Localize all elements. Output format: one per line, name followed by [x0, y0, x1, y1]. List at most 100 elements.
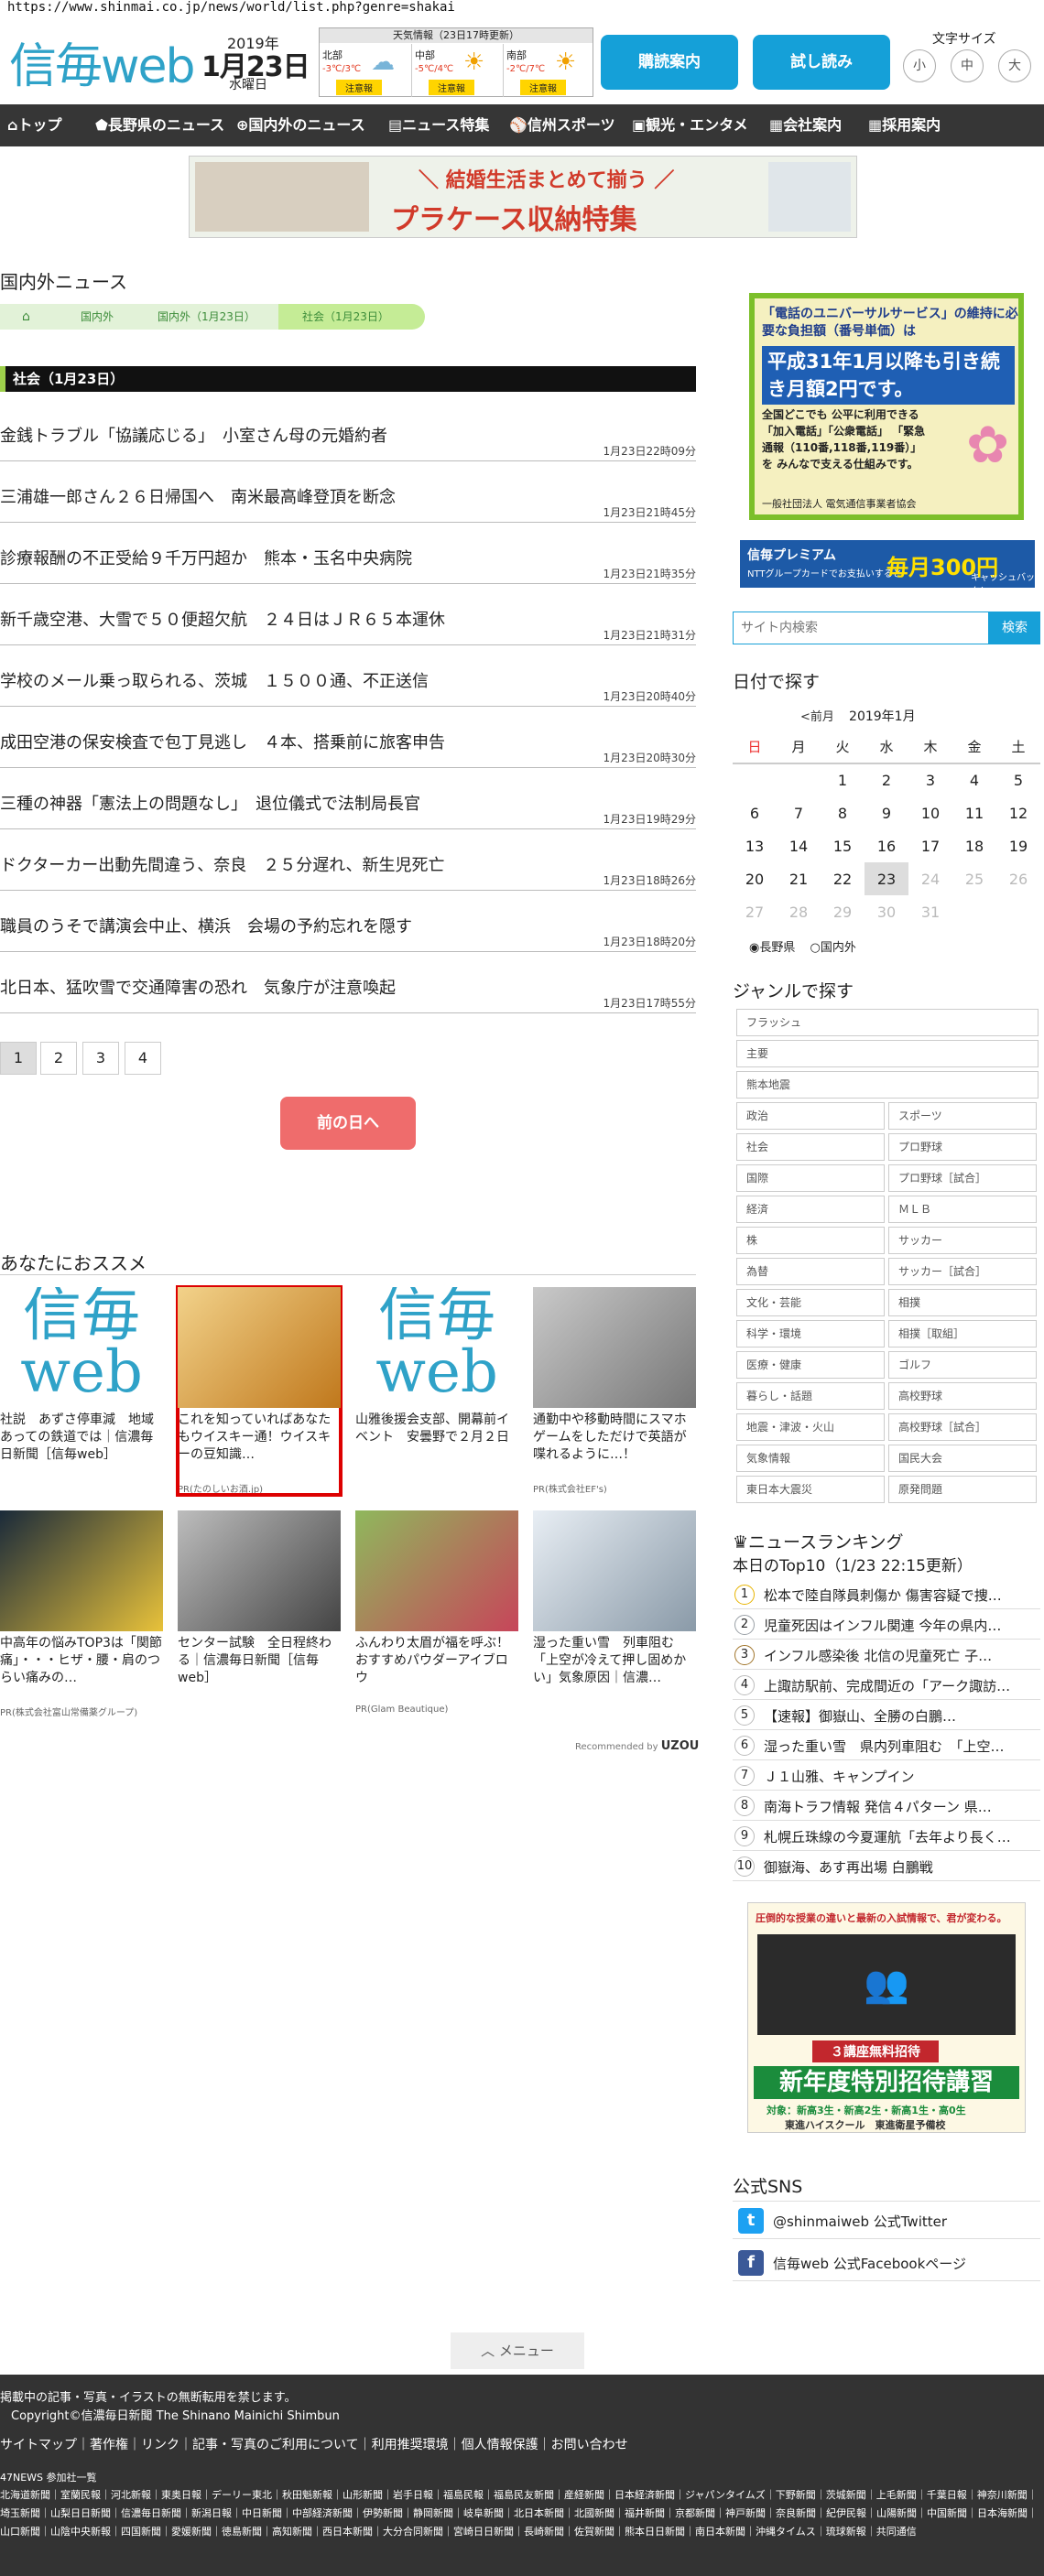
calendar-day[interactable]: 18 — [952, 829, 996, 862]
genre-link[interactable]: フラッシュ — [736, 1009, 1039, 1036]
side-ad-premium[interactable]: 信毎プレミアム NTTグループカードでお支払いすると 毎月300円 キャッシュバ… — [740, 540, 1035, 597]
font-size-large-button[interactable]: 大 — [998, 49, 1031, 82]
genre-link[interactable]: ＭＬＢ — [888, 1196, 1037, 1223]
genre-link[interactable]: 地震・津波・火山 — [736, 1413, 885, 1441]
ranking-item[interactable]: 7 Ｊ１山雅、キャンプイン — [733, 1761, 1040, 1791]
recommend-card[interactable]: 中高年の悩みTOP3は「関節痛」・・・ヒザ・腰・肩のつらい痛みの… PR(株式会社… — [0, 1510, 163, 1718]
calendar-day[interactable]: 16 — [865, 829, 908, 862]
news-headline[interactable]: 学校のメール乗っ取られる、茨城 １５００通、不正送信 — [0, 668, 429, 692]
news-headline[interactable]: 新千歳空港、大雪で５０便超欠航 ２４日はＪＲ６５本運休 — [0, 607, 445, 631]
nav-domestic-intl[interactable]: ⊕国内外のニュース — [236, 104, 365, 146]
recommend-card[interactable]: 信毎 web 山雅後援会支部、開幕前イベント 安曇野で２月２日 — [355, 1287, 518, 1481]
genre-link[interactable]: 国際 — [736, 1164, 885, 1192]
news-item[interactable]: 金銭トラブル「協議応じる」 小室さん母の元婚約者 1月23日22時09分 — [0, 406, 696, 461]
calendar-day[interactable]: 12 — [996, 796, 1040, 829]
ranking-item[interactable]: 6 湿った重い雪 県内列車阻む 「上空… — [733, 1731, 1040, 1760]
calendar-day[interactable]: 17 — [908, 829, 952, 862]
recommend-card[interactable]: センター試験 全日程終わる｜信濃毎日新聞［信毎web］ — [178, 1510, 341, 1705]
news-item[interactable]: 新千歳空港、大雪で５０便超欠航 ２４日はＪＲ６５本運休 1月23日21時31分 — [0, 590, 696, 645]
news-headline[interactable]: 北日本、猛吹雪で交通障害の恐れ 気象庁が注意喚起 — [0, 975, 396, 999]
news-headline[interactable]: 三浦雄一郎さん２６日帰国へ 南米最高峰登頂を断念 — [0, 484, 396, 508]
nav-company[interactable]: ▦会社案内 — [769, 104, 842, 146]
news-item[interactable]: 三種の神器「憲法上の問題なし」 退位儀式で法制局長官 1月23日19時29分 — [0, 774, 696, 829]
news-headline[interactable]: 成田空港の保安検査で包丁見逃し ４本、搭乗前に旅客申告 — [0, 730, 445, 753]
genre-link[interactable]: ゴルフ — [888, 1351, 1037, 1379]
news-headline[interactable]: 職員のうそで講演会中止、横浜 会場の予約忘れを隠す — [0, 914, 412, 937]
genre-link[interactable]: 相撲 — [888, 1289, 1037, 1316]
news-item[interactable]: 診療報酬の不正受給９千万円超か 熊本・玉名中央病院 1月23日21時35分 — [0, 529, 696, 584]
menu-button[interactable]: ︿ メニュー — [451, 2332, 584, 2369]
calendar-day[interactable]: 4 — [952, 763, 996, 796]
calendar-day[interactable]: 8 — [821, 796, 865, 829]
calendar-day[interactable]: 23 — [865, 862, 908, 895]
genre-link[interactable]: 科学・環境 — [736, 1320, 885, 1348]
recommend-card[interactable]: 通勤中や移動時間にスマホゲームをしただけで英語が喋れるように…！ PR(株式会社E… — [533, 1287, 696, 1495]
genre-link[interactable]: 高校野球［試合］ — [888, 1413, 1037, 1441]
genre-link[interactable]: 暮らし・話題 — [736, 1382, 885, 1410]
calendar-day[interactable]: 15 — [821, 829, 865, 862]
genre-link[interactable]: サッカー — [888, 1227, 1037, 1254]
nav-sports[interactable]: ⚾信州スポーツ — [509, 104, 615, 146]
calendar-day[interactable]: 20 — [733, 862, 777, 895]
genre-link[interactable]: スポーツ — [888, 1102, 1037, 1130]
genre-link[interactable]: 高校野球 — [888, 1382, 1037, 1410]
genre-link[interactable]: 東日本大震災 — [736, 1476, 885, 1503]
ranking-item[interactable]: 10 御嶽海、あす再出場 白鵬戦 — [733, 1852, 1040, 1881]
genre-link[interactable]: プロ野球［試合］ — [888, 1164, 1037, 1192]
calendar-day[interactable]: 2 — [865, 763, 908, 796]
page-4[interactable]: 4 — [125, 1042, 161, 1075]
calendar-day[interactable]: 9 — [865, 796, 908, 829]
calendar-day[interactable]: 1 — [821, 763, 865, 796]
news-item[interactable]: 成田空港の保安検査で包丁見逃し ４本、搭乗前に旅客申告 1月23日20時30分 — [0, 713, 696, 768]
ranking-item[interactable]: 8 南海トラフ情報 発信４パターン 県… — [733, 1791, 1040, 1821]
radio-domestic[interactable]: ○国内外 — [810, 941, 856, 955]
font-size-medium-button[interactable]: 中 — [951, 49, 984, 82]
calendar-day[interactable]: 3 — [908, 763, 952, 796]
calendar-day[interactable]: 22 — [821, 862, 865, 895]
genre-link[interactable]: 政治 — [736, 1102, 885, 1130]
breadcrumb-item[interactable]: 国内外（1月23日） — [134, 304, 297, 330]
news-headline[interactable]: 金銭トラブル「協議応じる」 小室さん母の元婚約者 — [0, 423, 387, 447]
genre-link[interactable]: 株 — [736, 1227, 885, 1254]
genre-link[interactable]: 文化・芸能 — [736, 1289, 885, 1316]
facebook-link[interactable]: f 信毎web 公式Facebookページ — [733, 2245, 1040, 2281]
site-logo[interactable]: 信毎web — [9, 27, 196, 96]
previous-day-button[interactable]: 前の日へ — [280, 1097, 416, 1150]
genre-link[interactable]: 主要 — [736, 1040, 1039, 1067]
breadcrumb-home[interactable]: ⌂ — [0, 304, 57, 330]
news-item[interactable]: 職員のうそで講演会中止、横浜 会場の予約忘れを隠す 1月23日18時20分 — [0, 897, 696, 952]
weather-widget[interactable]: 天気情報（23日17時更新） 北部 -3℃/3℃ ☁ 注意報 中部 -5℃/4℃… — [319, 27, 593, 97]
font-size-small-button[interactable]: 小 — [903, 49, 936, 82]
genre-link[interactable]: 為替 — [736, 1258, 885, 1285]
calendar-day[interactable]: 7 — [777, 796, 821, 829]
news-headline[interactable]: ドクターカー出動先間違う、奈良 ２５分遅れ、新生児死亡 — [0, 852, 444, 876]
genre-link[interactable]: 気象情報 — [736, 1445, 885, 1472]
ranking-item[interactable]: 3 インフル感染後 北信の児童死亡 子… — [733, 1640, 1040, 1670]
search-input[interactable] — [733, 612, 989, 644]
calendar-day[interactable]: 19 — [996, 829, 1040, 862]
calendar-day[interactable]: 6 — [733, 796, 777, 829]
news-item[interactable]: 学校のメール乗っ取られる、茨城 １５００通、不正送信 1月23日20時40分 — [0, 652, 696, 707]
footer-papers[interactable]: 北海道新聞｜室蘭民報｜河北新報｜東奥日報｜デーリー東北｜秋田魁新報｜山形新聞｜岩… — [0, 2486, 1044, 2541]
calendar-day[interactable]: 21 — [777, 862, 821, 895]
side-ad-toshin[interactable]: 圧倒的な授業の違いと最新の入試情報で、君が変わる。 👥 ３講座無料招待 新年度特… — [747, 1902, 1026, 2133]
search-button[interactable]: 検索 — [989, 612, 1040, 644]
recommend-card[interactable]: 湿った重い雪 列車阻む 「上空が冷えて押し固めかい」気象原因｜信濃… — [533, 1510, 696, 1705]
nav-feature[interactable]: ▤ニュース特集 — [388, 104, 489, 146]
nav-top[interactable]: ⌂トップ — [7, 104, 61, 146]
page-3[interactable]: 3 — [82, 1042, 119, 1075]
trial-button[interactable]: 試し読み — [753, 35, 890, 90]
news-headline[interactable]: 診療報酬の不正受給９千万円超か 熊本・玉名中央病院 — [0, 546, 412, 569]
news-item[interactable]: ドクターカー出動先間違う、奈良 ２５分遅れ、新生児死亡 1月23日18時26分 — [0, 836, 696, 891]
calendar-day[interactable]: 14 — [777, 829, 821, 862]
nav-nagano[interactable]: ⬟長野県のニュース — [95, 104, 224, 146]
footer-links[interactable]: サイトマップ｜著作権｜リンク｜記事・写真のご利用について｜利用推奨環境｜個人情報… — [0, 2435, 628, 2453]
calendar-day[interactable]: 5 — [996, 763, 1040, 796]
ranking-item[interactable]: 1 松本で陸自隊員刺傷か 傷害容疑で捜… — [733, 1580, 1040, 1609]
genre-link[interactable]: 相撲［取組］ — [888, 1320, 1037, 1348]
genre-link[interactable]: 経済 — [736, 1196, 885, 1223]
genre-link[interactable]: 国民大会 — [888, 1445, 1037, 1472]
nav-tourism[interactable]: ▣観光・エンタメ — [632, 104, 748, 146]
banner-ad[interactable]: ＼ 結婚生活まとめて揃う ／ プラケース収納特集 — [189, 156, 857, 238]
genre-link[interactable]: 社会 — [736, 1133, 885, 1161]
